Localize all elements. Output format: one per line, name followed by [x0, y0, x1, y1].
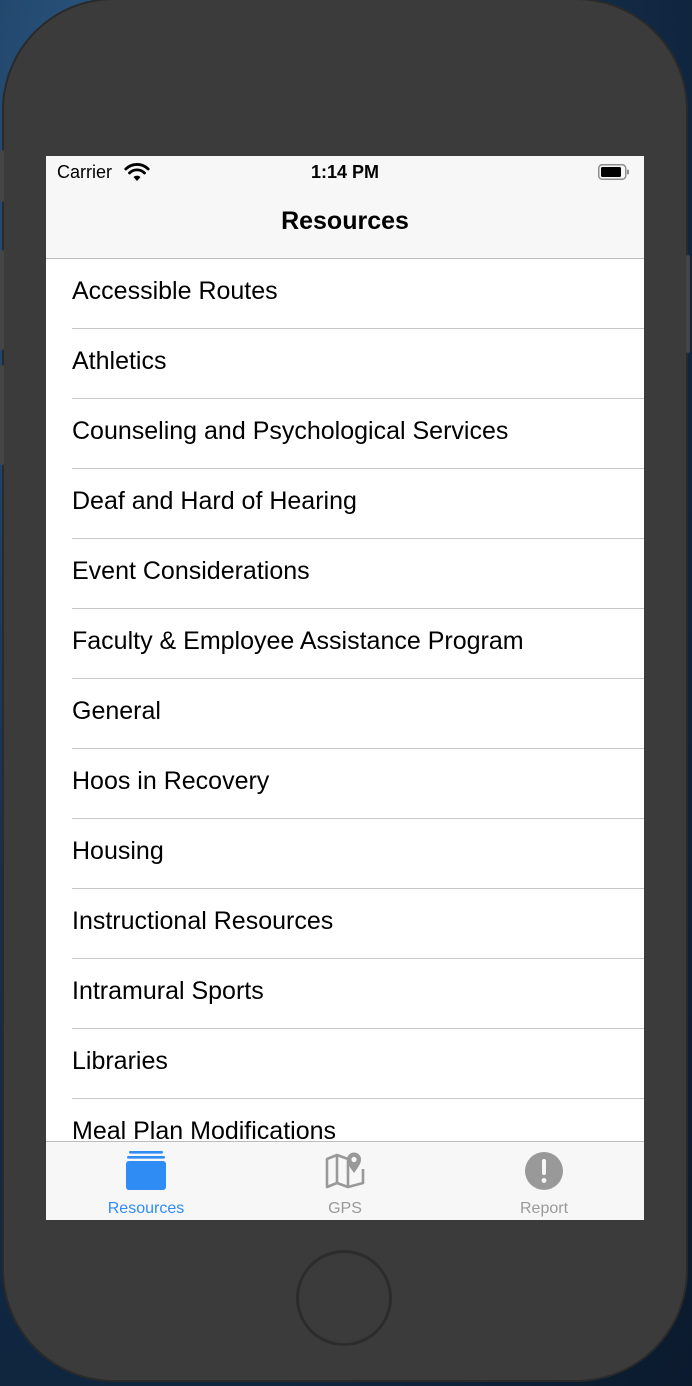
- tab-bar: Resources GPS Report: [46, 1141, 644, 1220]
- power-button: [686, 255, 690, 353]
- list-item-label: Housing: [72, 837, 164, 865]
- list-item[interactable]: Athletics: [46, 329, 644, 399]
- list-item[interactable]: Libraries: [46, 1029, 644, 1099]
- tab-gps[interactable]: GPS: [245, 1142, 445, 1220]
- list-item[interactable]: Accessible Routes: [46, 259, 644, 329]
- status-time: 1:14 PM: [310, 162, 380, 182]
- exclamation-circle-icon: [525, 1152, 563, 1190]
- list-item-label: Event Considerations: [72, 557, 310, 585]
- list-item-label: General: [72, 697, 161, 725]
- tab-label: GPS: [328, 1200, 362, 1217]
- list-item-label: Counseling and Psychological Services: [72, 417, 509, 445]
- list-item-label: Hoos in Recovery: [72, 767, 270, 795]
- list-item[interactable]: Counseling and Psychological Services: [46, 399, 644, 469]
- tab-report[interactable]: Report: [444, 1142, 644, 1220]
- list-item[interactable]: Meal Plan Modifications: [46, 1099, 644, 1141]
- list-item[interactable]: Instructional Resources: [46, 889, 644, 959]
- list-item-label: Libraries: [72, 1047, 168, 1075]
- tab-resources[interactable]: Resources: [46, 1142, 246, 1220]
- list-item-label: Accessible Routes: [72, 277, 278, 305]
- volume-up-button: [0, 250, 4, 350]
- stack-icon: [126, 1151, 166, 1190]
- resources-list[interactable]: Accessible Routes Athletics Counseling a…: [46, 259, 644, 1141]
- list-item[interactable]: Deaf and Hard of Hearing: [46, 469, 644, 539]
- list-item[interactable]: General: [46, 679, 644, 749]
- list-item-label: Faculty & Employee Assistance Program: [72, 627, 524, 655]
- page-title: Resources: [281, 207, 409, 235]
- navigation-bar: Resources: [46, 190, 644, 259]
- tab-label: Report: [519, 1200, 569, 1217]
- list-item[interactable]: Housing: [46, 819, 644, 889]
- map-pin-icon: [325, 1152, 365, 1189]
- list-item-label: Deaf and Hard of Hearing: [72, 487, 357, 515]
- home-button[interactable]: [296, 1250, 392, 1346]
- silent-switch: [0, 150, 4, 202]
- volume-down-button: [0, 365, 4, 465]
- list-item-label: Athletics: [72, 347, 167, 375]
- list-item[interactable]: Event Considerations: [46, 539, 644, 609]
- tab-label: Resources: [107, 1200, 185, 1217]
- list-item-label: Instructional Resources: [72, 907, 334, 935]
- app-screen: Carrier 1:14 PM Resources Accessible Rou…: [46, 156, 644, 1220]
- list-item-label: Meal Plan Modifications: [72, 1117, 337, 1141]
- list-item-label: Intramural Sports: [72, 977, 264, 1005]
- battery-icon: [598, 164, 629, 180]
- list-item[interactable]: Faculty & Employee Assistance Program: [46, 609, 644, 679]
- list-item[interactable]: Hoos in Recovery: [46, 749, 644, 819]
- status-bar: Carrier 1:14 PM: [46, 156, 644, 190]
- list-item[interactable]: Intramural Sports: [46, 959, 644, 1029]
